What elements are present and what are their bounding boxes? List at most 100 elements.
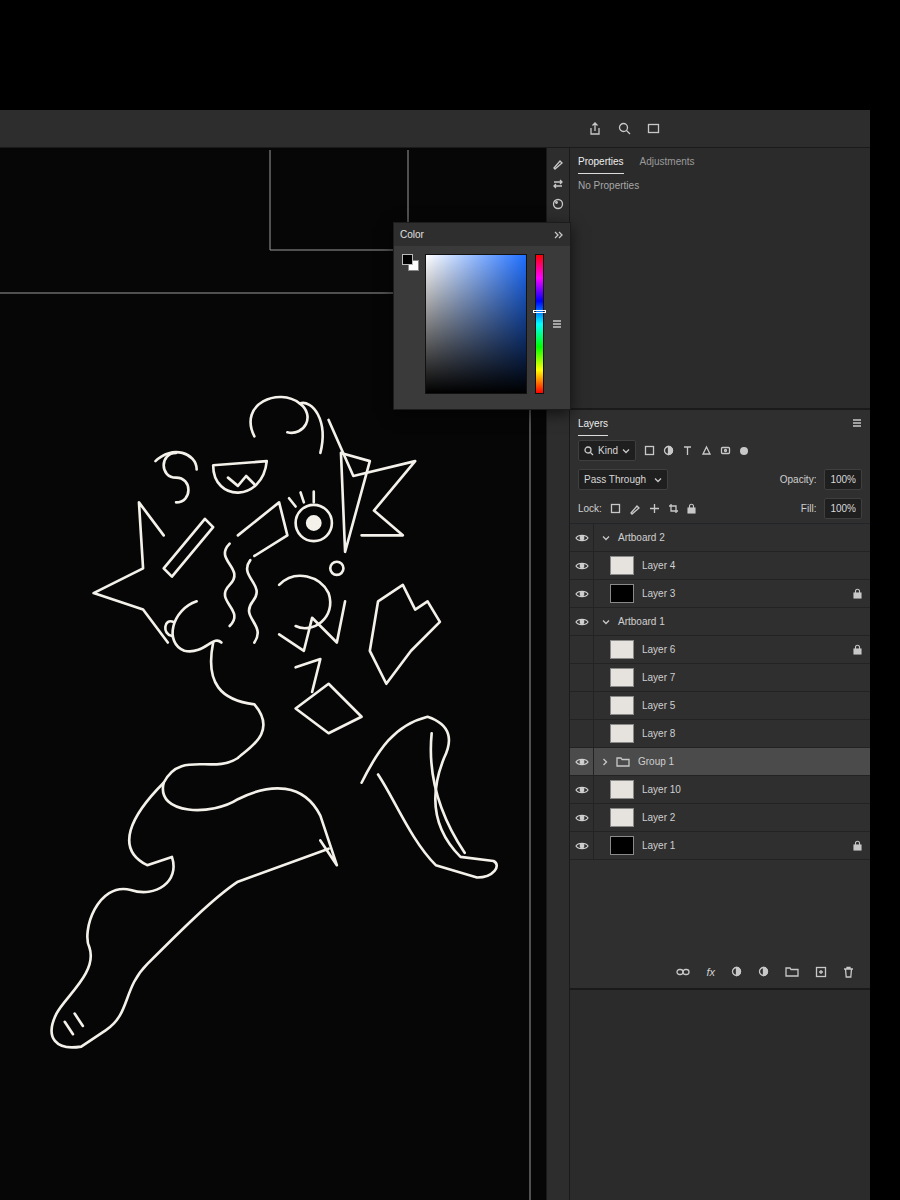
layer-name[interactable]: Artboard 2	[618, 530, 665, 545]
properties-message: No Properties	[570, 174, 870, 197]
lock-icon	[853, 588, 862, 599]
panel-tab[interactable]: Properties	[578, 148, 624, 174]
layer-name[interactable]: Layer 3	[642, 586, 675, 601]
collapse-icon[interactable]	[554, 231, 564, 239]
layer-row[interactable]: Layer 6	[570, 636, 870, 664]
layer-row[interactable]: Layer 8	[570, 720, 870, 748]
layer-content: Layer 4	[594, 556, 870, 575]
layer-row[interactable]: Layer 10	[570, 776, 870, 804]
visibility-toggle[interactable]	[570, 636, 594, 663]
visibility-toggle[interactable]	[570, 524, 594, 551]
lock-label: Lock:	[578, 501, 602, 516]
swap-icon[interactable]	[552, 178, 564, 190]
panel-tab[interactable]: Adjustments	[640, 148, 695, 174]
layer-content: Group 1	[594, 754, 870, 769]
blend-mode-select[interactable]: Pass Through	[578, 469, 668, 490]
color-panel[interactable]: Color	[393, 222, 571, 410]
layers-tab[interactable]: Layers	[578, 410, 608, 436]
lock-position-icon[interactable]	[649, 503, 660, 514]
workspace-icon[interactable]	[647, 122, 660, 135]
lock-artboard-icon[interactable]	[668, 503, 679, 514]
chevron-icon[interactable]	[602, 758, 608, 766]
layer-name[interactable]: Layer 10	[642, 782, 681, 797]
eye-icon	[575, 813, 589, 823]
chevron-icon[interactable]	[602, 535, 610, 541]
lock-all-icon[interactable]	[687, 503, 696, 514]
layer-name[interactable]: Layer 5	[642, 698, 675, 713]
lock-paint-icon[interactable]	[629, 503, 641, 515]
layer-name[interactable]: Layer 1	[642, 838, 675, 853]
layer-row[interactable]: Layer 4	[570, 552, 870, 580]
filter-select[interactable]: Kind	[578, 440, 636, 461]
dropdown-icon	[654, 477, 662, 483]
lock-pixels-icon[interactable]	[610, 503, 621, 514]
layer-name[interactable]: Layer 7	[642, 670, 675, 685]
visibility-toggle[interactable]	[570, 692, 594, 719]
lock-state	[852, 840, 862, 851]
visibility-toggle[interactable]	[570, 832, 594, 859]
filter-toggle-icon[interactable]	[739, 446, 749, 456]
shape-filter-icon[interactable]	[701, 445, 712, 456]
opacity-field[interactable]: 100%	[824, 469, 862, 490]
layer-row[interactable]: Layer 2	[570, 804, 870, 832]
layer-name[interactable]: Layer 6	[642, 642, 675, 657]
new-group-icon[interactable]	[785, 966, 799, 977]
visibility-toggle[interactable]	[570, 776, 594, 803]
new-layer-icon[interactable]	[815, 966, 827, 978]
palette-icon[interactable]	[552, 198, 564, 210]
color-field[interactable]	[425, 254, 527, 394]
visibility-toggle[interactable]	[570, 804, 594, 831]
adjustment-icon[interactable]	[758, 966, 769, 977]
layer-thumbnail	[610, 696, 634, 715]
layer-content: Layer 10	[594, 780, 870, 799]
layer-name[interactable]: Layer 2	[642, 810, 675, 825]
layer-content: Artboard 2	[594, 530, 870, 545]
layer-style-button[interactable]: fx	[706, 964, 715, 981]
layer-row[interactable]: Layer 5	[570, 692, 870, 720]
layer-content: Layer 6	[594, 640, 870, 659]
visibility-toggle[interactable]	[570, 552, 594, 579]
layer-row[interactable]: Group 1	[570, 748, 870, 776]
layer-name[interactable]: Artboard 1	[618, 614, 665, 629]
dropdown-icon	[622, 448, 630, 454]
layer-name[interactable]: Group 1	[638, 754, 674, 769]
layer-name[interactable]: Layer 8	[642, 726, 675, 741]
layer-content: Layer 8	[594, 724, 870, 743]
visibility-toggle[interactable]	[570, 664, 594, 691]
search-icon[interactable]	[618, 122, 631, 135]
layer-row[interactable]: Artboard 2	[570, 524, 870, 552]
mask-icon[interactable]	[731, 966, 742, 977]
eye-icon	[575, 785, 589, 795]
trash-icon[interactable]	[843, 966, 854, 978]
layer-content: Layer 2	[594, 808, 870, 827]
swatches-icon[interactable]	[402, 254, 417, 272]
color-panel-title[interactable]: Color	[400, 227, 424, 242]
fill-field[interactable]: 100%	[824, 498, 862, 519]
chevron-icon[interactable]	[602, 619, 610, 625]
link-icon[interactable]	[676, 967, 690, 977]
menu-icon[interactable]	[852, 419, 862, 427]
share-icon[interactable]	[588, 122, 602, 136]
menu-icon[interactable]	[552, 254, 562, 394]
visibility-toggle[interactable]	[570, 608, 594, 635]
brush-icon[interactable]	[552, 158, 564, 170]
lock-state	[852, 644, 862, 655]
layer-row[interactable]: Layer 7	[570, 664, 870, 692]
type-filter-icon[interactable]	[682, 445, 693, 456]
layer-row[interactable]: Layer 3	[570, 580, 870, 608]
visibility-toggle[interactable]	[570, 580, 594, 607]
options-bar	[0, 110, 870, 148]
pixel-filter-icon[interactable]	[644, 445, 655, 456]
visibility-toggle[interactable]	[570, 748, 594, 775]
smart-object-filter-icon[interactable]	[720, 445, 731, 456]
visibility-toggle[interactable]	[570, 720, 594, 747]
hue-slider[interactable]	[535, 254, 544, 394]
layer-thumbnail	[610, 584, 634, 603]
adjustment-filter-icon[interactable]	[663, 445, 674, 456]
layer-row[interactable]: Artboard 1	[570, 608, 870, 636]
opacity-label: Opacity:	[780, 472, 817, 487]
layer-name[interactable]: Layer 4	[642, 558, 675, 573]
foreground-swatch[interactable]	[402, 254, 413, 265]
hue-marker[interactable]	[533, 310, 546, 313]
layer-row[interactable]: Layer 1	[570, 832, 870, 860]
